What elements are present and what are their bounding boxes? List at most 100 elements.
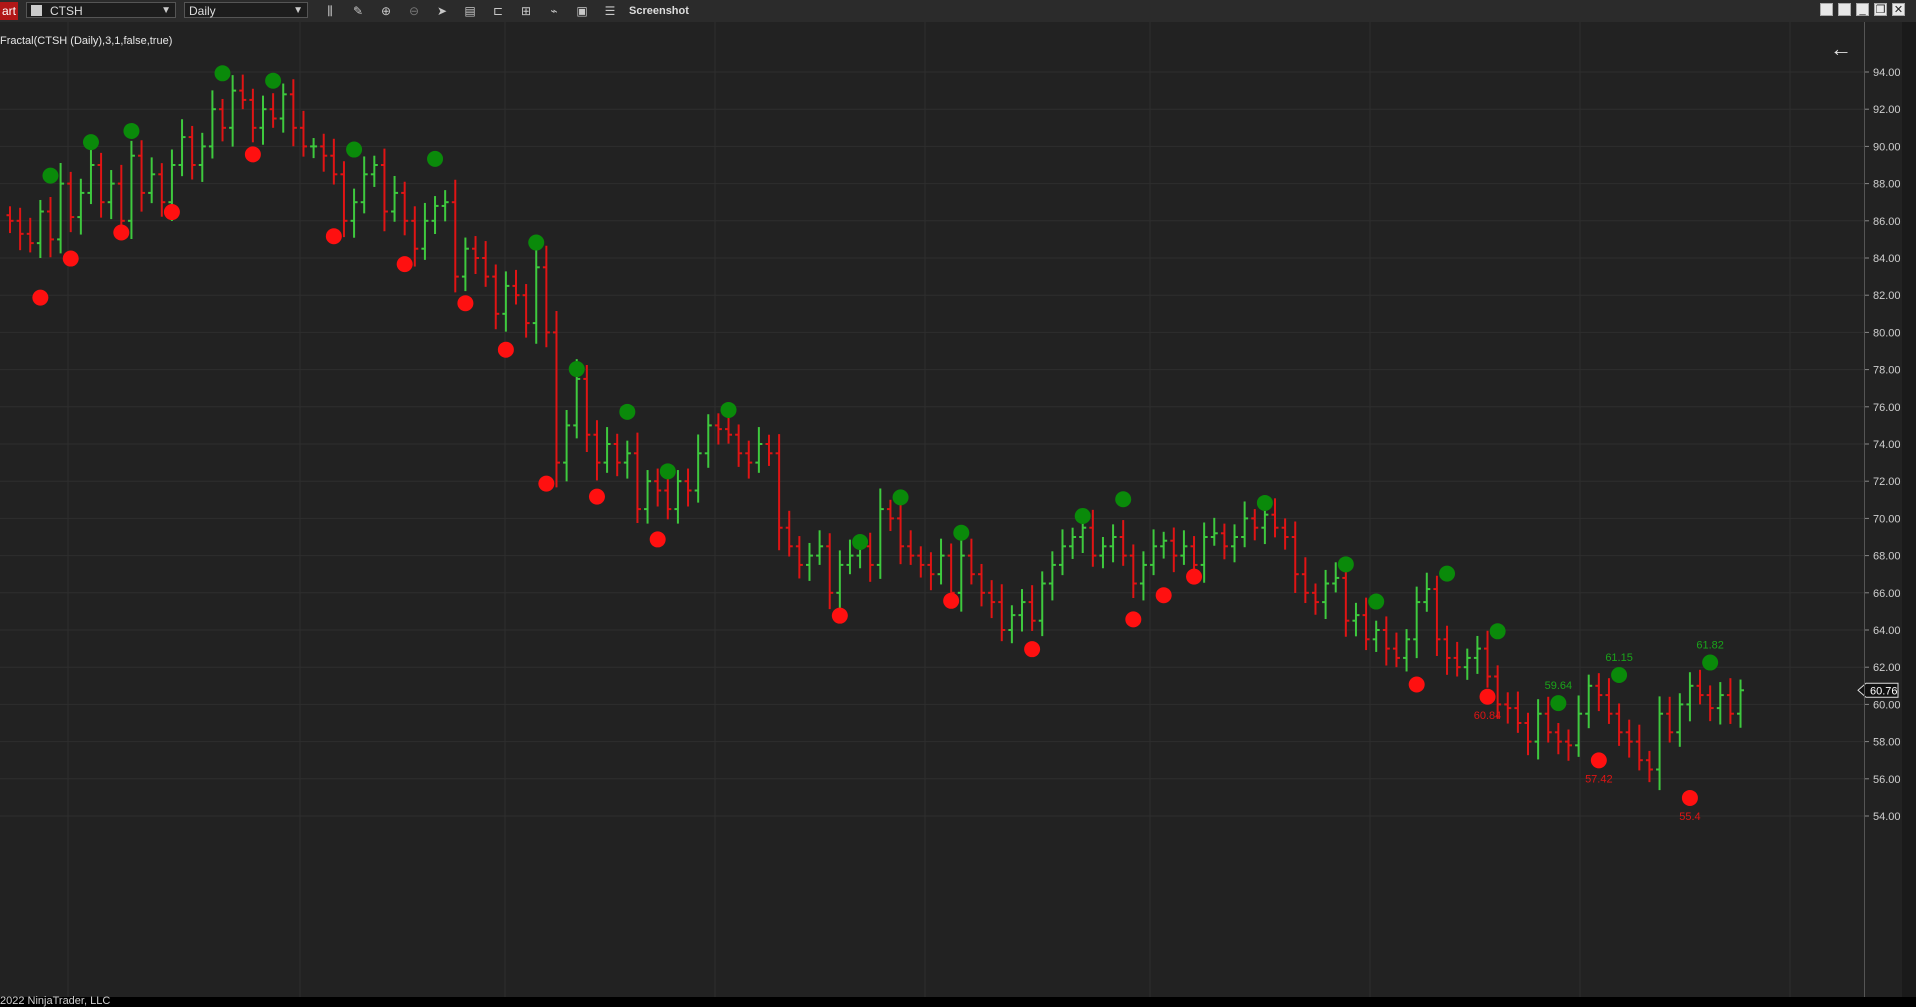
fractal-low-marker bbox=[538, 475, 555, 492]
fractal-low-marker bbox=[831, 607, 848, 624]
y-tick-label: 76.00 bbox=[1873, 402, 1901, 414]
y-tick-label: 70.00 bbox=[1873, 513, 1901, 525]
y-tick-label: 82.00 bbox=[1873, 290, 1901, 302]
y-tick-label: 62.00 bbox=[1873, 662, 1901, 674]
fractal-high-marker bbox=[346, 141, 363, 158]
screenshot-button[interactable]: Screenshot bbox=[629, 2, 689, 20]
fractal-low-marker bbox=[457, 295, 474, 312]
chart-toolbar: art CTSH ▼ Daily ▼ ⫼ ✎ ⊕ ⊖ ➤ ▤ ⊏ ⊞ ⌁ ▣ ☰… bbox=[0, 0, 1916, 23]
fractal-low-marker bbox=[943, 592, 960, 609]
fractal-high-marker bbox=[123, 122, 140, 139]
interval-selector[interactable]: Daily ▼ bbox=[184, 2, 308, 18]
chart-panel[interactable]: 94.00 92.00 90.00 88.00 86.00 84.00 82.00 80.00… bbox=[0, 22, 1916, 997]
chevron-down-icon: ▼ bbox=[293, 5, 303, 16]
fractal-low-marker bbox=[1681, 789, 1698, 806]
fractal-low-label: 57.42 bbox=[1585, 773, 1613, 785]
chart-tab[interactable]: art bbox=[0, 2, 18, 20]
fractal-low-marker bbox=[163, 204, 180, 221]
indicator-label: Fractal(CTSH (Daily),3,1,false,true) bbox=[0, 35, 173, 47]
fractal-high-marker bbox=[1368, 593, 1385, 610]
fractal-high-marker bbox=[1439, 565, 1456, 582]
strategies-icon[interactable]: ⊞ bbox=[518, 3, 534, 19]
fractal-high-marker bbox=[1702, 654, 1719, 671]
data-series-icon[interactable]: ▤ bbox=[462, 3, 478, 19]
instrument-color-swatch bbox=[31, 5, 42, 16]
y-tick-label: 94.00 bbox=[1873, 67, 1901, 79]
fractal-high-marker bbox=[427, 150, 444, 167]
y-tick-label: 72.00 bbox=[1873, 476, 1901, 488]
y-tick-label: 92.00 bbox=[1873, 104, 1901, 116]
y-tick-label: 88.00 bbox=[1873, 179, 1901, 191]
drawing-tool-icon[interactable]: ✎ bbox=[350, 3, 366, 19]
fractal-high-marker bbox=[892, 489, 909, 506]
zoom-in-icon[interactable]: ⊕ bbox=[378, 3, 394, 19]
fractal-high-marker bbox=[852, 534, 869, 551]
y-tick-label: 86.00 bbox=[1873, 216, 1901, 228]
fractal-high-marker bbox=[1337, 556, 1354, 573]
menu-icon[interactable]: ☰ bbox=[602, 3, 618, 19]
fractal-high-marker bbox=[659, 463, 676, 480]
fractal-low-marker bbox=[497, 341, 514, 358]
instrument-selector[interactable]: CTSH ▼ bbox=[26, 2, 176, 18]
restore-icon[interactable]: ❐ bbox=[1874, 3, 1887, 16]
fractal-low-marker bbox=[325, 228, 342, 245]
fractal-low-marker bbox=[1590, 752, 1607, 769]
fractal-low-marker bbox=[1125, 611, 1142, 628]
fractal-high-marker bbox=[953, 524, 970, 541]
fractal-high-label: 61.82 bbox=[1696, 640, 1724, 652]
fractal-high-marker bbox=[1074, 507, 1091, 524]
fractal-high-marker bbox=[528, 234, 545, 251]
properties-icon[interactable]: ▣ bbox=[574, 3, 590, 19]
fractal-low-marker bbox=[62, 250, 79, 267]
fractal-low-marker bbox=[1186, 568, 1203, 585]
instrument-value: CTSH bbox=[50, 4, 83, 18]
pointer-icon[interactable]: ➤ bbox=[434, 3, 450, 19]
y-tick-label: 90.00 bbox=[1873, 141, 1901, 153]
fractal-high-label: 61.15 bbox=[1605, 652, 1633, 664]
y-tick-label: 58.00 bbox=[1873, 737, 1901, 749]
fractal-low-marker bbox=[244, 146, 261, 163]
interval-value: Daily bbox=[189, 4, 216, 18]
fractal-high-label: 59.64 bbox=[1545, 680, 1573, 692]
fractal-high-marker bbox=[1611, 667, 1628, 684]
y-tick-label: 64.00 bbox=[1873, 625, 1901, 637]
fractal-low-marker bbox=[113, 224, 130, 241]
fractal-high-marker bbox=[1115, 491, 1132, 508]
y-tick-label: 54.00 bbox=[1873, 811, 1901, 823]
right-scroll-strip[interactable] bbox=[1902, 22, 1916, 997]
fractal-low-label: 60.84 bbox=[1474, 710, 1502, 722]
fractal-high-marker bbox=[568, 361, 585, 378]
fractal-low-marker bbox=[649, 531, 666, 548]
fractal-low-marker bbox=[32, 289, 49, 306]
indicators-icon[interactable]: ⌁ bbox=[546, 3, 562, 19]
y-tick-label: 56.00 bbox=[1873, 774, 1901, 786]
fractal-low-marker bbox=[1155, 587, 1172, 604]
fractal-high-marker bbox=[1489, 623, 1506, 640]
fractal-high-marker bbox=[82, 134, 99, 151]
fractal-low-marker bbox=[588, 488, 605, 505]
close-icon[interactable]: ✕ bbox=[1892, 3, 1905, 16]
fractal-low-label: 55.4 bbox=[1679, 811, 1700, 823]
tile-icon[interactable] bbox=[1838, 3, 1851, 16]
tile-icon[interactable] bbox=[1820, 3, 1833, 16]
minimize-icon[interactable]: _ bbox=[1856, 3, 1869, 16]
last-price-label: 60.76 bbox=[1870, 685, 1898, 697]
bar-type-icon[interactable]: ⫼ bbox=[322, 3, 338, 19]
fractal-high-marker bbox=[619, 403, 636, 420]
fractal-high-marker bbox=[1550, 695, 1567, 712]
chevron-down-icon: ▼ bbox=[161, 5, 171, 16]
fractal-low-marker bbox=[1408, 676, 1425, 693]
templates-icon[interactable]: ⊏ bbox=[490, 3, 506, 19]
price-axis-border bbox=[1864, 22, 1865, 997]
zoom-out-icon[interactable]: ⊖ bbox=[406, 3, 422, 19]
price-chart: 94.00 92.00 90.00 88.00 86.00 84.00 82.00 80.00… bbox=[0, 22, 1901, 997]
fractal-high-marker bbox=[720, 401, 737, 418]
arrow-left-icon[interactable]: ← bbox=[1830, 38, 1852, 60]
fractal-high-marker bbox=[1256, 494, 1273, 511]
fractal-low-marker bbox=[1479, 688, 1496, 705]
y-tick-label: 78.00 bbox=[1873, 365, 1901, 377]
y-tick-label: 74.00 bbox=[1873, 439, 1901, 451]
fractal-low-marker bbox=[1024, 641, 1041, 658]
fractal-low-marker bbox=[396, 256, 413, 273]
y-tick-label: 68.00 bbox=[1873, 551, 1901, 563]
